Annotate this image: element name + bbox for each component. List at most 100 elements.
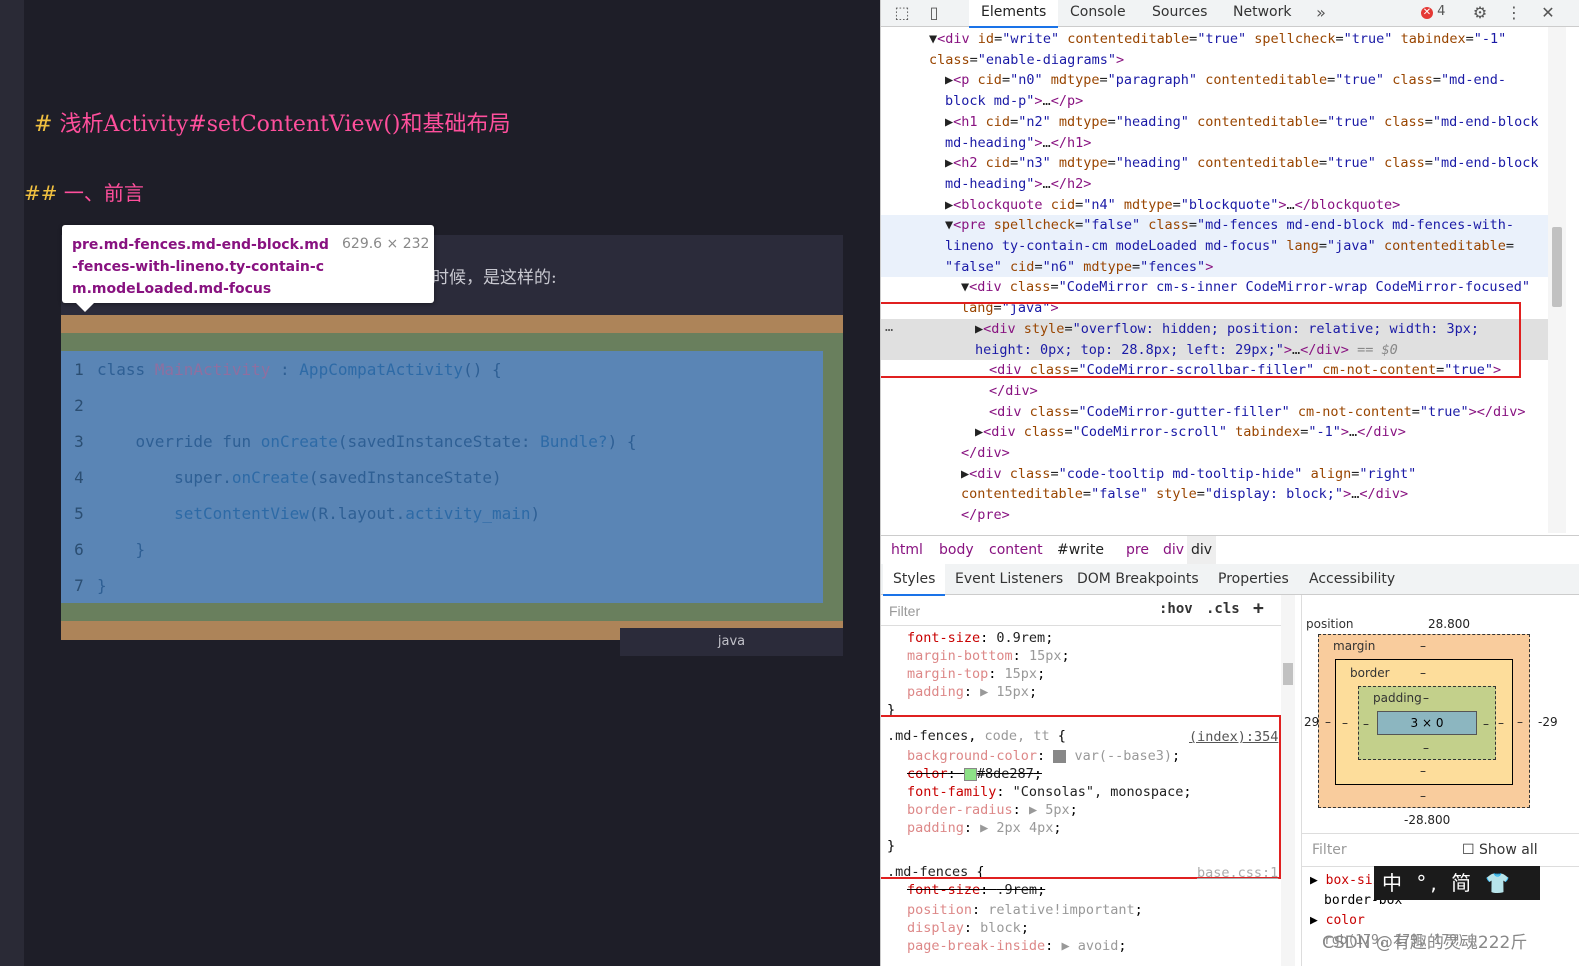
styles-filter-input[interactable]: Filter — [889, 603, 920, 619]
ime-toolbar[interactable]: 中 °, 简 👕 ⚙ — [1374, 866, 1540, 929]
bm-padding-right[interactable]: – — [1483, 717, 1489, 731]
new-rule-button[interactable]: + — [1253, 598, 1264, 619]
bm-margin-left[interactable]: – — [1325, 715, 1331, 729]
code-line[interactable]: 7} — [61, 568, 106, 604]
dom-node-line[interactable]: </pre> — [961, 505, 1010, 526]
dom-tree[interactable]: ▼<div id="write" contenteditable="true" … — [881, 27, 1566, 533]
dom-node-line[interactable]: ▶<h2 cid="n3" mdtype="heading" contented… — [945, 153, 1539, 174]
bm-position-top[interactable]: 28.800 — [1428, 617, 1470, 631]
bm-margin-bottom[interactable]: – — [1420, 789, 1426, 803]
bm-position-left[interactable]: 29 — [1304, 715, 1319, 729]
dom-node-line[interactable]: md-heading">…</h2> — [945, 174, 1091, 195]
heading-1-text: 浅析Activity#setContentView()和基础布局 — [59, 112, 511, 137]
breadcrumb-item[interactable]: div — [1187, 536, 1217, 564]
tab-network[interactable]: Network — [1221, 0, 1303, 26]
bm-border-top[interactable]: – — [1420, 666, 1426, 680]
sidebar-tab[interactable]: DOM Breakpoints — [1067, 564, 1209, 594]
more-tabs-icon[interactable]: » — [1310, 2, 1332, 24]
tooltip-arrow — [76, 303, 94, 312]
tab-elements[interactable]: Elements — [969, 0, 1059, 28]
dom-node-line[interactable]: ▼<div id="write" contenteditable="true" … — [929, 29, 1506, 50]
breadcrumb-item[interactable]: pre — [1122, 536, 1153, 564]
bm-border-bottom[interactable]: – — [1420, 764, 1426, 778]
rule-source-link-2[interactable]: base.css:1 — [1197, 864, 1278, 882]
heading-2[interactable]: ## 一、前言 — [24, 177, 144, 206]
dom-node-line[interactable]: contenteditable="false" style="display: … — [961, 484, 1408, 505]
dom-node-line[interactable]: block md-p">…</p> — [945, 91, 1083, 112]
bm-margin-right[interactable]: – — [1517, 715, 1523, 729]
style-declaration[interactable]: page-break-inside: ▶ avoid; — [907, 937, 1126, 955]
code-line[interactable]: 1 class MainActivity : AppCompatActivity(… — [61, 352, 501, 388]
breadcrumb-item[interactable]: div — [1159, 536, 1188, 564]
dom-node-line[interactable]: class="enable-diagrams"> — [929, 50, 1124, 71]
code-line[interactable]: 2 — [61, 388, 97, 424]
sidebar-tab[interactable]: Styles — [883, 564, 946, 596]
editor-sidebar-strip — [0, 0, 24, 966]
bm-position-bottom[interactable]: -28.800 — [1404, 813, 1450, 827]
dom-scrollbar-thumb[interactable] — [1552, 227, 1562, 307]
rule-source-link[interactable]: (index):354 — [1189, 728, 1278, 746]
bm-content-box[interactable]: 3 × 0 — [1377, 711, 1477, 735]
bm-padding-left[interactable]: – — [1363, 717, 1369, 731]
hov-toggle[interactable]: :hov — [1159, 601, 1193, 617]
dom-node-line[interactable]: <div class="CodeMirror-gutter-filler" cm… — [989, 402, 1526, 423]
bm-border-right[interactable]: – — [1498, 716, 1504, 730]
bm-padding-bottom[interactable]: – — [1423, 741, 1429, 755]
dom-node-line[interactable]: lineno ty-contain-cm modeLoaded md-focus… — [945, 236, 1514, 257]
style-declaration[interactable]: padding: ▶ 15px; — [907, 683, 1037, 701]
device-toolbar-icon[interactable]: ▯ — [923, 2, 945, 24]
line-number: 6 — [74, 540, 84, 559]
dom-node-line[interactable]: ▶<div class="CodeMirror-scroll" tabindex… — [975, 422, 1406, 443]
dom-node-line[interactable]: md-heading">…</h1> — [945, 133, 1091, 154]
bm-position-right[interactable]: -29 — [1538, 715, 1558, 729]
computed-filter-input[interactable]: Filter — [1312, 842, 1347, 858]
cls-toggle[interactable]: .cls — [1206, 601, 1240, 617]
sidebar-tab[interactable]: Accessibility — [1299, 564, 1405, 594]
style-declaration[interactable]: display: block; — [907, 919, 1029, 937]
close-icon[interactable]: ✕ — [1537, 2, 1559, 24]
sidebar-tab[interactable]: Event Listeners — [945, 564, 1073, 594]
dom-node-line[interactable]: "false" cid="n6" mdtype="fences"> — [945, 257, 1213, 278]
dom-node-line[interactable]: ▶<div class="code-tooltip md-tooltip-hid… — [961, 464, 1416, 485]
code-line[interactable]: 3 override fun onCreate(savedInstanceSta… — [61, 424, 636, 460]
dom-node-line[interactable]: </div> — [961, 443, 1010, 464]
breadcrumb-item[interactable]: content — [985, 536, 1047, 564]
sidebar-tab[interactable]: Properties — [1208, 564, 1299, 594]
inspect-tooltip: pre.md-fences.md-end-block.md-fences-wit… — [62, 225, 434, 312]
code-line[interactable]: 5 setContentView(R.layout.activity_main) — [61, 496, 540, 532]
code-line[interactable]: 6 } — [61, 532, 145, 568]
dom-node-line[interactable]: </div> — [989, 381, 1038, 402]
breadcrumb-item[interactable]: body — [935, 536, 978, 564]
bm-margin-top[interactable]: – — [1420, 639, 1426, 653]
dom-node-line[interactable]: ▶<blockquote cid="n4" mdtype="blockquote… — [945, 195, 1400, 216]
breadcrumb-item[interactable]: html — [887, 536, 927, 564]
breadcrumb-item[interactable]: #write — [1053, 536, 1108, 564]
code-token: onCreate — [260, 432, 338, 451]
dom-node-line[interactable]: ▶<p cid="n0" mdtype="paragraph" contente… — [945, 70, 1506, 91]
style-declaration[interactable]: margin-top: 15px; — [907, 665, 1045, 683]
style-declaration[interactable]: font-size: .9rem; — [907, 881, 1045, 899]
heading-1[interactable]: # 浅析Activity#setContentView()和基础布局 — [34, 106, 511, 138]
style-declaration[interactable]: position: relative!important; — [907, 901, 1143, 919]
dom-node-line[interactable]: ▼<div class="CodeMirror cm-s-inner CodeM… — [961, 277, 1530, 298]
bm-padding-top[interactable]: – — [1423, 691, 1429, 705]
kebab-menu-icon[interactable]: ⋮ — [1503, 2, 1525, 24]
code-line[interactable]: 4 super.onCreate(savedInstanceState) — [61, 460, 501, 496]
inspect-element-icon[interactable]: ⬚ — [891, 2, 913, 24]
code-token: class — [97, 360, 155, 379]
code-language-label[interactable]: java — [620, 628, 843, 656]
error-badge[interactable]: ✕ 4 — [1421, 4, 1445, 19]
styles-scrollbar[interactable] — [1281, 595, 1295, 966]
bm-border-label: border — [1350, 666, 1390, 680]
dom-scrollbar[interactable] — [1548, 27, 1566, 533]
tab-console[interactable]: Console — [1058, 0, 1138, 26]
bm-border-left[interactable]: – — [1342, 716, 1348, 730]
show-all-checkbox[interactable]: ☐ Show all — [1462, 842, 1538, 858]
styles-scrollbar-thumb[interactable] — [1283, 663, 1293, 685]
style-declaration[interactable]: margin-bottom: 15px; — [907, 647, 1070, 665]
settings-gear-icon[interactable]: ⚙ — [1469, 2, 1491, 24]
dom-node-line[interactable]: ▼<pre spellcheck="false" class="md-fence… — [945, 215, 1514, 236]
dom-node-line[interactable]: ▶<h1 cid="n2" mdtype="heading" contented… — [945, 112, 1539, 133]
style-declaration[interactable]: font-size: 0.9rem; — [907, 629, 1053, 647]
tab-sources[interactable]: Sources — [1140, 0, 1219, 26]
